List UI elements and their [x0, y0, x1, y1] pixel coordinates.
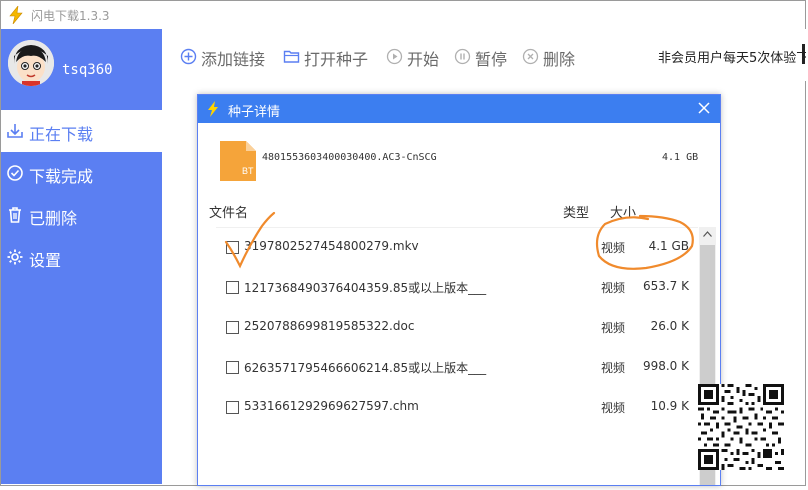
- sidebar-item-downloading[interactable]: 正在下载: [1, 110, 162, 152]
- file-checkbox[interactable]: [226, 281, 239, 294]
- close-icon[interactable]: [694, 98, 714, 118]
- window-edge-marker: [802, 44, 805, 64]
- sidebar-item-label: 已删除: [29, 209, 78, 228]
- file-row[interactable]: 1217368490376404359.85或以上版本___ 视频 653.7 …: [216, 267, 699, 307]
- file-name: 3197802527454800279.mkv: [244, 239, 419, 253]
- sidebar-item-settings[interactable]: 设置: [1, 236, 162, 278]
- column-header-size[interactable]: 大小: [610, 202, 636, 221]
- avatar[interactable]: [8, 40, 54, 86]
- app-title: 闪电下载1.3.3: [31, 9, 110, 23]
- sidebar-item-deleted[interactable]: 已删除: [1, 194, 162, 236]
- file-size: 998.0 K: [642, 359, 689, 373]
- qr-code-image: [698, 384, 784, 470]
- username: tsq360: [62, 62, 113, 78]
- sidebar-item-label: 正在下载: [29, 125, 94, 144]
- plus-circle-icon: [180, 48, 197, 65]
- check-circle-icon: [7, 165, 23, 181]
- pause-icon: [454, 48, 471, 65]
- file-checkbox[interactable]: [226, 361, 239, 374]
- file-type: 视频: [601, 401, 626, 415]
- trash-icon: [9, 207, 21, 223]
- file-name: 2520788699819585322.doc: [244, 319, 415, 333]
- add-link-label: 添加链接: [201, 50, 266, 69]
- torrent-detail-dialog: 种子详情 BT 4801553603400030400.AC3-CnSCG 4.…: [197, 94, 721, 486]
- file-name: 5331661292969627597.chm: [244, 399, 419, 413]
- file-row[interactable]: 5331661292969627597.chm 视频 10.9 K: [216, 387, 699, 427]
- file-size: 653.7 K: [642, 279, 689, 293]
- file-name: 1217368490376404359.85或以上版本___: [244, 281, 487, 295]
- folder-icon: [283, 50, 300, 63]
- column-header-type[interactable]: 类型: [563, 202, 589, 221]
- start-label: 开始: [407, 50, 440, 69]
- file-checkbox[interactable]: [226, 401, 239, 414]
- avatar-image: [8, 40, 54, 86]
- file-checkbox[interactable]: [226, 241, 239, 254]
- scroll-up-arrow-icon[interactable]: [703, 231, 712, 237]
- file-row[interactable]: 3197802527454800279.mkv 视频 4.1 GB: [216, 227, 699, 267]
- toolbar: 添加链接 打开种子 开始 暂停 删除 非会员用户每天5次体验下载: [162, 29, 806, 81]
- file-checkbox[interactable]: [226, 321, 239, 334]
- file-row[interactable]: 6263571795466606214.85或以上版本___ 视频 998.0 …: [216, 347, 699, 387]
- member-notice[interactable]: 非会员用户每天5次体验下载: [658, 47, 806, 66]
- file-size: 10.9 K: [650, 399, 689, 413]
- delete-label: 删除: [543, 50, 576, 69]
- play-icon: [386, 48, 403, 65]
- file-type: 视频: [601, 281, 626, 295]
- pause-label: 暂停: [475, 50, 508, 69]
- sidebar-item-label: 下载完成: [29, 167, 94, 186]
- gear-icon: [7, 249, 23, 265]
- torrent-size: 4.1 GB: [662, 152, 699, 163]
- file-type: 视频: [601, 321, 626, 335]
- dialog-title: 种子详情: [228, 105, 281, 120]
- lightning-icon: [208, 101, 218, 117]
- title-bar: 闪电下载1.3.3: [1, 1, 805, 29]
- sidebar-item-label: 设置: [29, 251, 62, 270]
- file-size: 26.0 K: [650, 319, 689, 333]
- column-header-name[interactable]: 文件名: [209, 202, 248, 221]
- file-type: 视频: [601, 361, 626, 375]
- file-row[interactable]: 2520788699819585322.doc 视频 26.0 K: [216, 307, 699, 347]
- file-type: 视频: [601, 241, 626, 255]
- bt-badge: BT: [242, 166, 254, 176]
- file-name: 6263571795466606214.85或以上版本___: [244, 361, 487, 375]
- close-circle-icon: [522, 48, 539, 65]
- file-size: 4.1 GB: [648, 239, 689, 253]
- torrent-name: 4801553603400030400.AC3-CnSCG: [262, 152, 437, 163]
- lightning-logo-icon: [9, 6, 23, 24]
- sidebar-item-completed[interactable]: 下载完成: [1, 152, 162, 194]
- bt-file-icon: BT: [220, 141, 256, 181]
- download-icon: [7, 124, 23, 138]
- dialog-title-bar: 种子详情: [198, 95, 720, 123]
- open-torrent-label: 打开种子: [304, 50, 369, 69]
